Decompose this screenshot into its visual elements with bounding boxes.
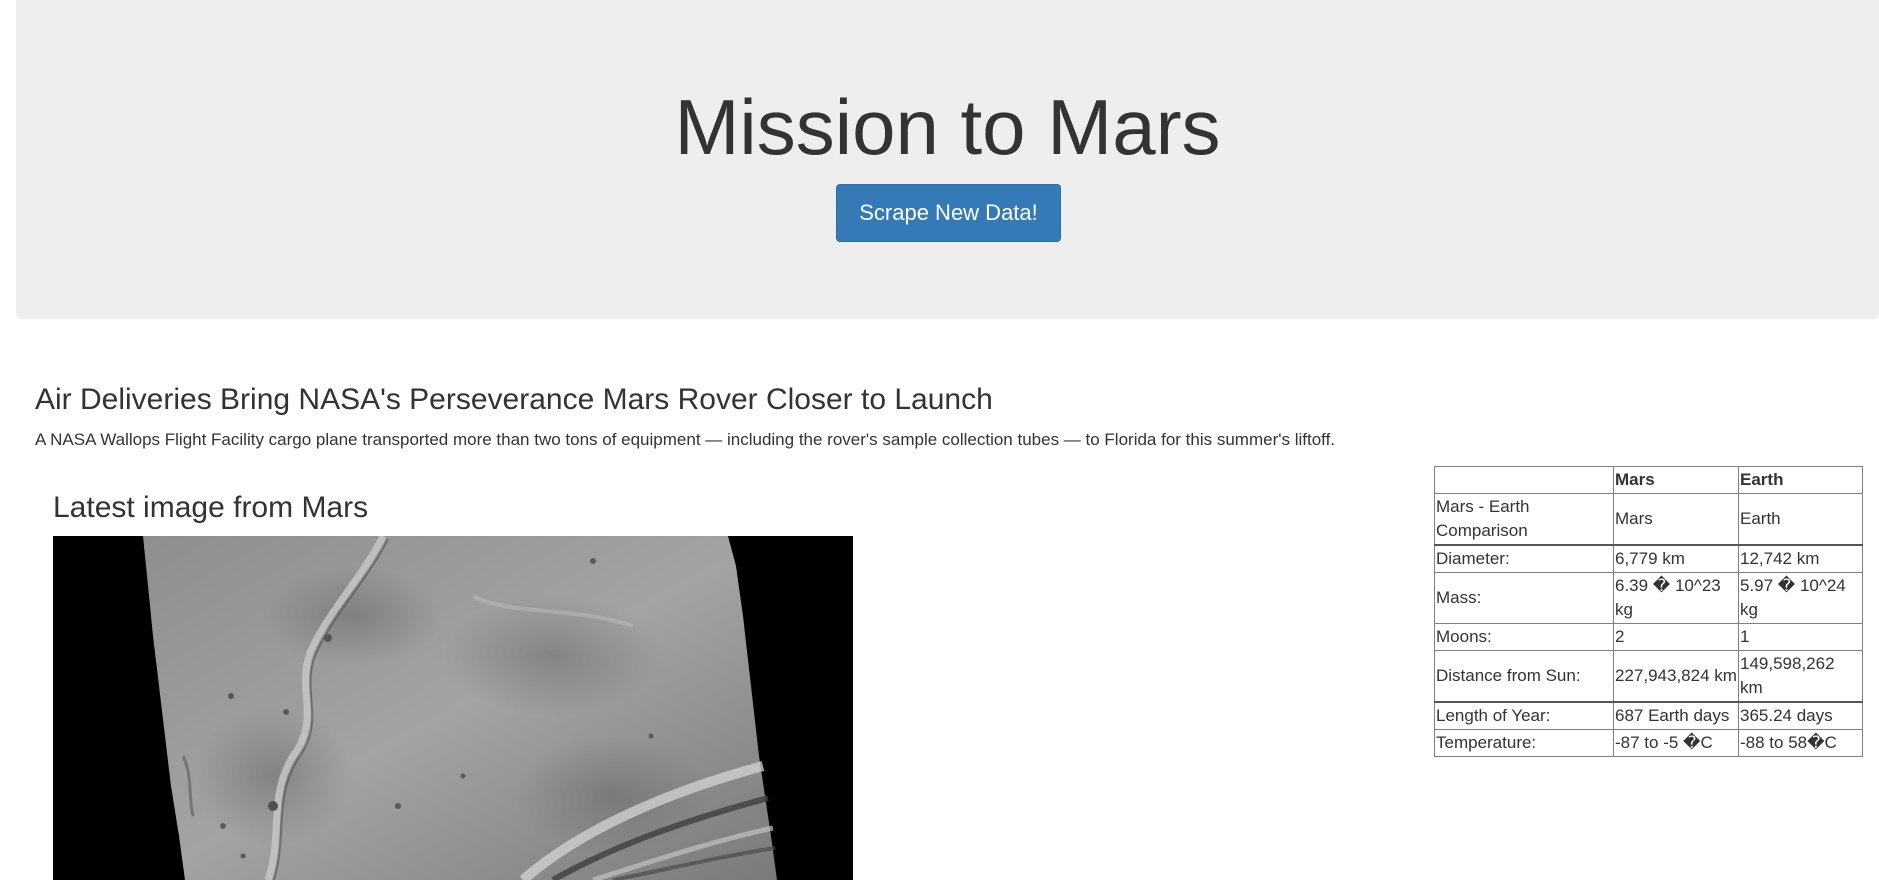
table-row: Mars - Earth Comparison Mars Earth [1434,493,1863,546]
table-cell: 227,943,824 km [1613,650,1739,703]
jumbotron-header: Mission to Mars Scrape New Data! [16,0,1879,319]
table-cell: Moons: [1434,623,1614,651]
featured-mars-image [53,536,853,880]
table-cell: Mass: [1434,572,1614,624]
table-cell: 2 [1613,623,1739,651]
table-cell: Distance from Sun: [1434,650,1614,703]
table-cell: Mars [1613,493,1739,546]
table-row: Distance from Sun: 227,943,824 km 149,59… [1434,650,1863,703]
table-cell: -88 to 58�C [1738,729,1863,757]
page-title: Mission to Mars [674,83,1221,171]
news-title: Air Deliveries Bring NASA's Perseverance… [35,383,993,416]
table-row: Moons: 2 1 [1434,623,1863,651]
table-cell: -87 to -5 �C [1613,729,1739,757]
scrape-new-data-button[interactable]: Scrape New Data! [836,184,1061,242]
featured-image-heading: Latest image from Mars [53,491,369,524]
news-teaser: A NASA Wallops Flight Facility cargo pla… [35,430,1336,449]
table-cell: 6,779 km [1613,544,1739,573]
table-row: Diameter: 6,779 km 12,742 km [1434,544,1863,573]
table-header-cell: Mars [1613,466,1739,494]
mars-facts-table: Mars Earth Mars - Earth Comparison Mars … [1434,466,1863,757]
table-header-cell: Earth [1738,466,1863,494]
table-cell: 1 [1738,623,1863,651]
table-row: Mass: 6.39 � 10^23 kg 5.97 � 10^24 kg [1434,572,1863,624]
table-cell: Diameter: [1434,544,1614,573]
table-header-row: Mars Earth [1434,466,1863,494]
table-cell: 149,598,262 km [1738,650,1863,703]
table-cell: Earth [1738,493,1863,546]
table-row: Temperature: -87 to -5 �C -88 to 58�C [1434,729,1863,757]
table-cell: 6.39 � 10^23 kg [1613,572,1739,624]
table-header-cell [1434,466,1614,494]
table-cell: Temperature: [1434,729,1614,757]
table-cell: Length of Year: [1434,701,1614,730]
table-row: Length of Year: 687 Earth days 365.24 da… [1434,701,1863,730]
table-cell: 365.24 days [1738,701,1863,730]
table-cell: Mars - Earth Comparison [1434,493,1614,546]
table-cell: 12,742 km [1738,544,1863,573]
table-cell: 687 Earth days [1613,701,1739,730]
table-cell: 5.97 � 10^24 kg [1738,572,1863,624]
